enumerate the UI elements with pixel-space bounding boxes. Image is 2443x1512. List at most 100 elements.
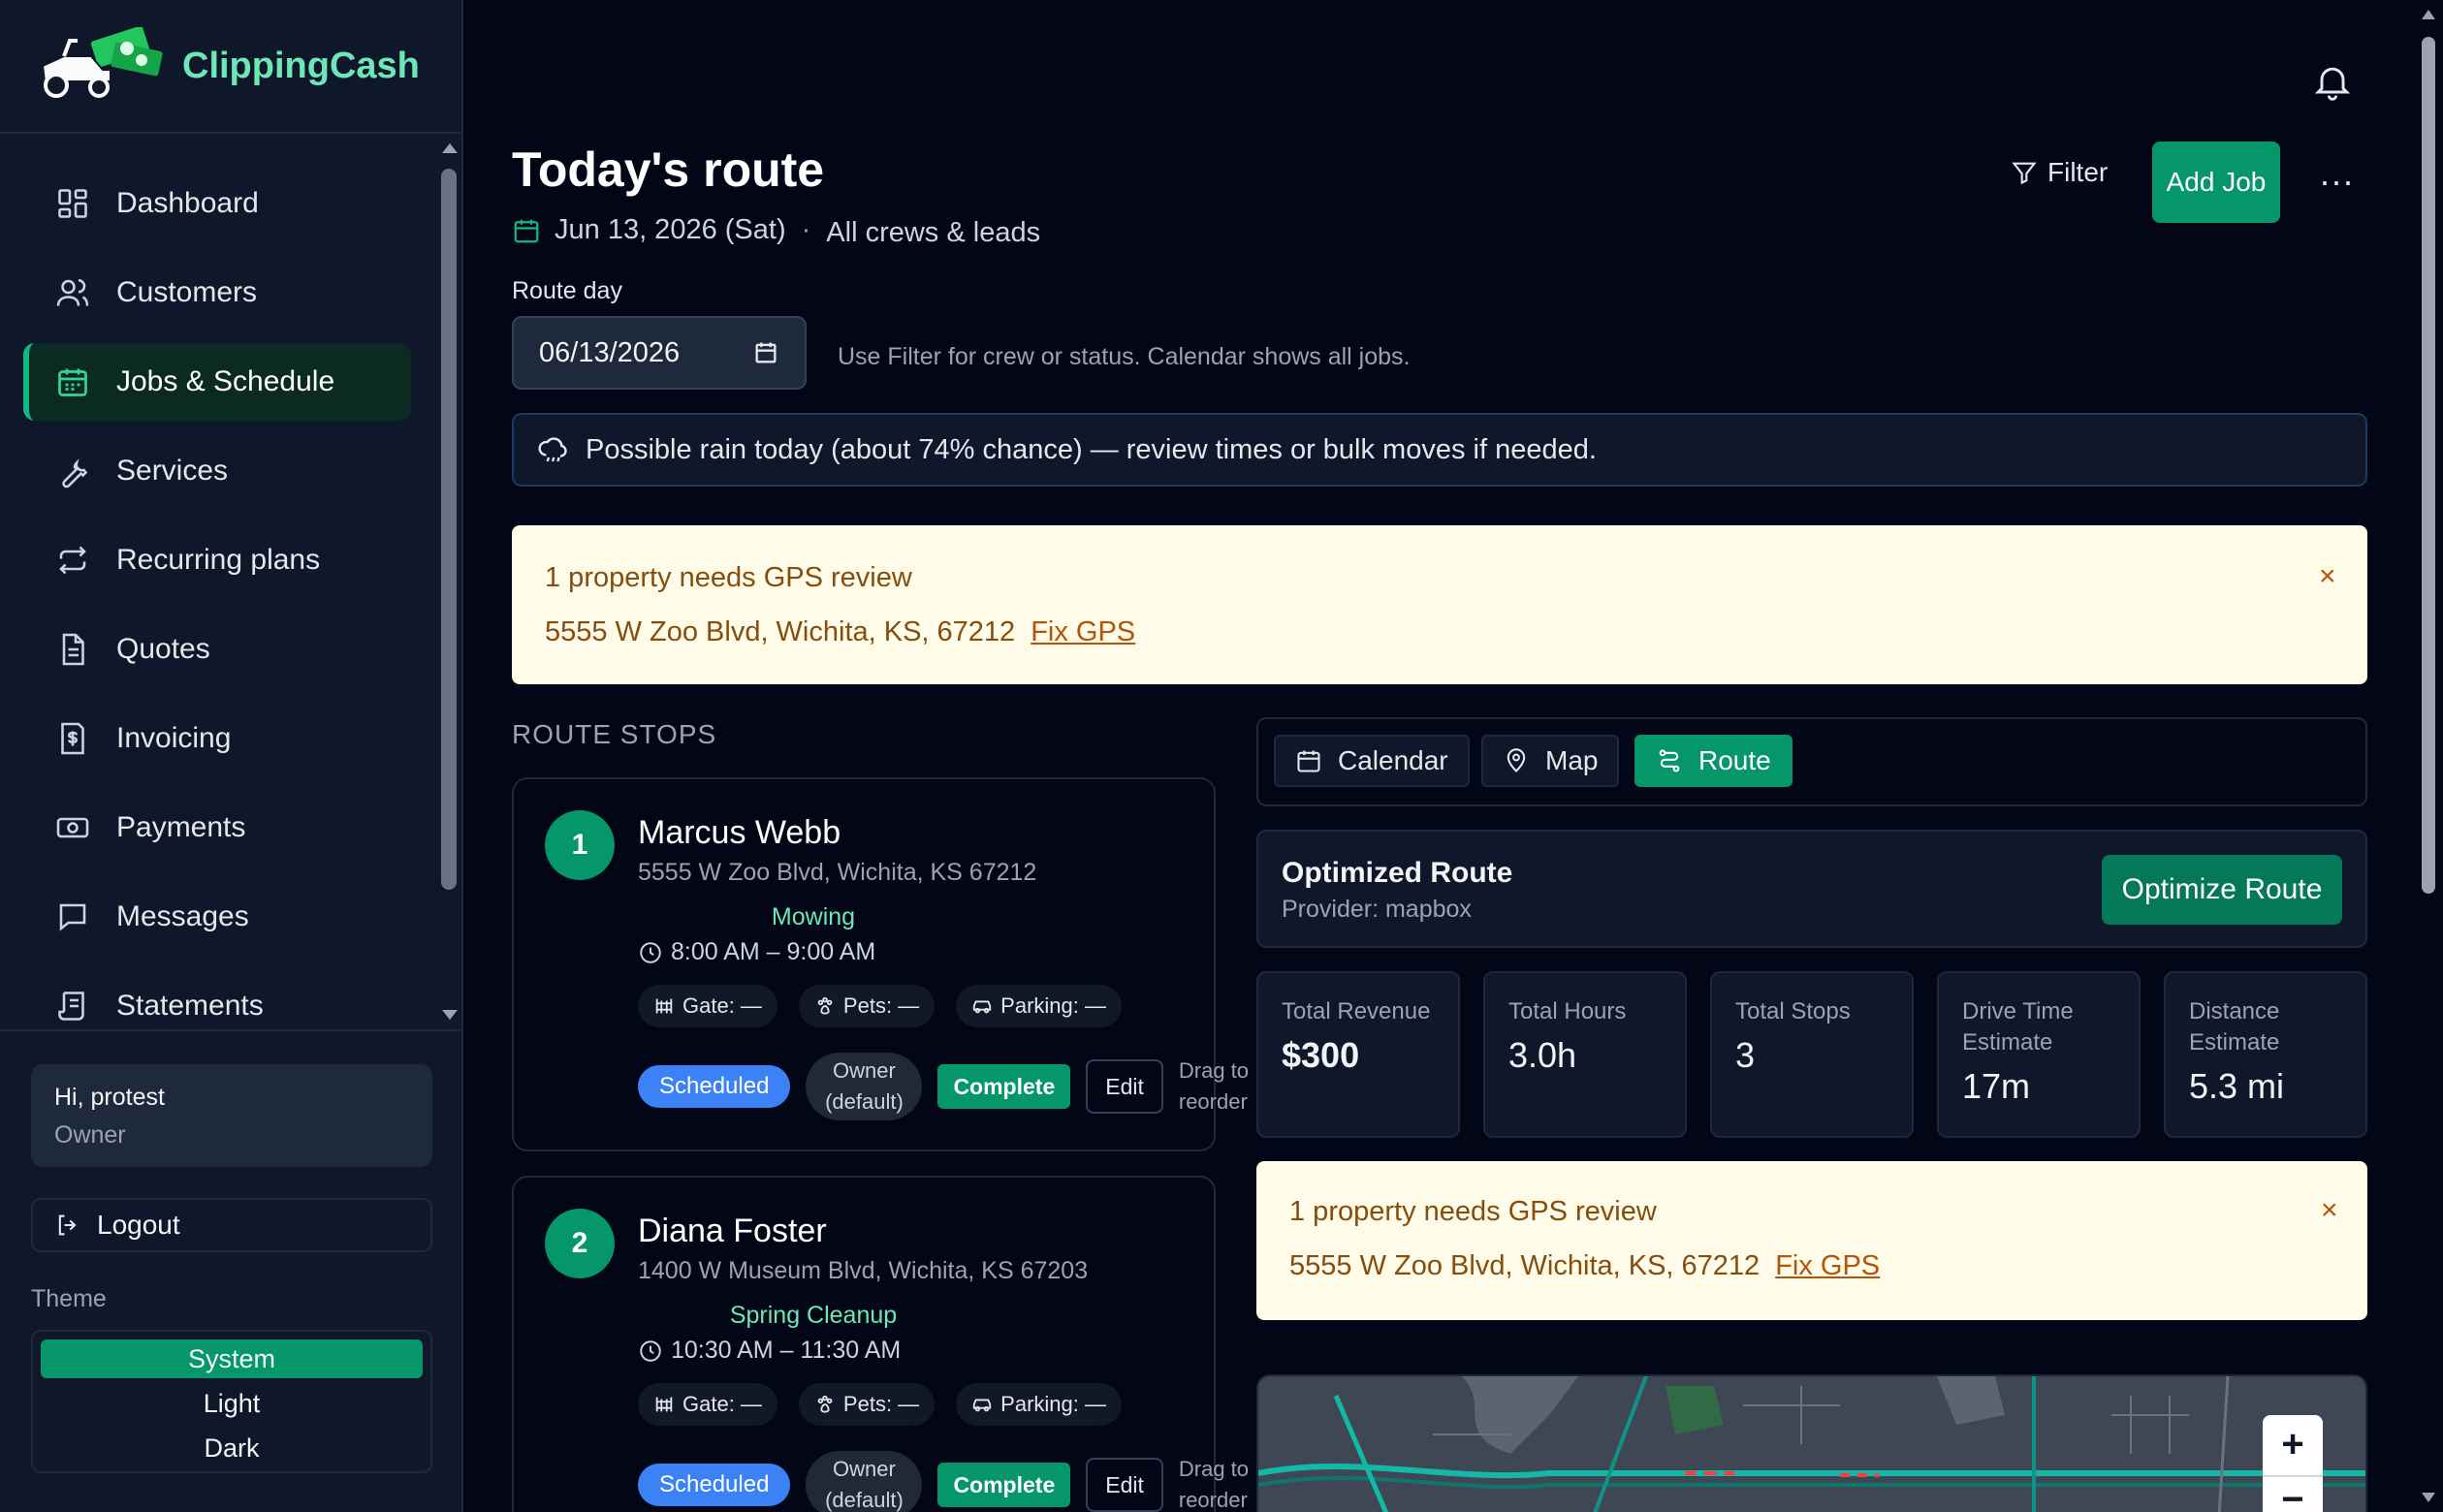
chat-icon bbox=[54, 898, 91, 935]
user-greeting: Hi, protest bbox=[54, 1084, 165, 1111]
logout-label: Logout bbox=[97, 1210, 180, 1240]
sidebar-item-label: Quotes bbox=[116, 633, 210, 665]
sidebar-item-jobs-schedule[interactable]: Jobs & Schedule bbox=[23, 343, 411, 421]
gate-icon bbox=[655, 998, 673, 1014]
more-options-icon[interactable]: ··· bbox=[2319, 164, 2354, 199]
theme-option-system[interactable]: System bbox=[41, 1339, 423, 1378]
route-stop-card[interactable]: 2 Diana Foster 1400 W Museum Blvd, Wichi… bbox=[512, 1176, 1249, 1512]
map-zoom-controls: + − bbox=[2263, 1415, 2323, 1512]
complete-button[interactable]: Complete bbox=[937, 1463, 1071, 1507]
fix-gps-link[interactable]: Fix GPS bbox=[1775, 1250, 1880, 1281]
sidebar-item-messages[interactable]: Messages bbox=[23, 878, 411, 956]
edit-button[interactable]: Edit bbox=[1086, 1059, 1163, 1114]
parking-text: Parking: — bbox=[1000, 1392, 1106, 1416]
scroll-up-arrow-icon[interactable] bbox=[2422, 10, 2435, 19]
gate-chip: Gate: — bbox=[638, 1383, 777, 1426]
notifications-bell-icon[interactable] bbox=[2311, 60, 2354, 103]
page-scrollbar[interactable] bbox=[2416, 0, 2443, 1512]
stop-actions: Scheduled Owner (default) Complete Edit D… bbox=[638, 1053, 1256, 1120]
users-icon bbox=[54, 274, 91, 311]
tab-map[interactable]: Map bbox=[1481, 735, 1620, 787]
tab-route[interactable]: Route bbox=[1634, 735, 1793, 787]
stat-value: 3.0h bbox=[1508, 1035, 1577, 1075]
cash-icon bbox=[54, 809, 91, 846]
sidebar-item-label: Services bbox=[116, 455, 229, 487]
theme-option-light[interactable]: Light bbox=[41, 1384, 423, 1423]
property-notes: Gate: — Pets: — Parking: — bbox=[638, 1383, 1143, 1426]
scroll-thumb[interactable] bbox=[2422, 37, 2435, 894]
sidebar-item-label: Payments bbox=[116, 811, 246, 843]
edit-button[interactable]: Edit bbox=[1086, 1458, 1163, 1512]
theme-option-dark[interactable]: Dark bbox=[41, 1429, 423, 1467]
service-name: Mowing bbox=[771, 903, 856, 930]
sidebar-item-dashboard[interactable]: Dashboard bbox=[23, 165, 411, 242]
owner-text: Owner (default) bbox=[825, 1058, 904, 1114]
zoom-out-icon[interactable]: − bbox=[2263, 1475, 2323, 1512]
calendar-picker-icon[interactable] bbox=[752, 339, 779, 366]
zoom-in-icon[interactable]: + bbox=[2263, 1419, 2323, 1469]
stop-number: 1 bbox=[545, 810, 615, 880]
weather-banner: Possible rain today (about 74% chance) —… bbox=[512, 413, 2367, 487]
sidebar-item-payments[interactable]: Payments bbox=[23, 789, 411, 866]
sidebar-item-customers[interactable]: Customers bbox=[23, 254, 411, 331]
lawnmower-logo-icon bbox=[41, 27, 163, 98]
filter-button[interactable]: Filter bbox=[2011, 157, 2108, 188]
weather-text: Possible rain today (about 74% chance) —… bbox=[586, 433, 1597, 465]
gps-review-alert: 1 property needs GPS review 5555 W Zoo B… bbox=[512, 525, 2367, 684]
complete-button[interactable]: Complete bbox=[937, 1064, 1071, 1109]
add-job-button[interactable]: Add Job bbox=[2152, 142, 2280, 223]
close-icon[interactable]: × bbox=[2319, 560, 2336, 593]
sidebar: ClippingCash Dashboard Customers Jobs & … bbox=[0, 0, 463, 1512]
pets-chip: Pets: — bbox=[798, 1383, 936, 1426]
sidebar-item-label: Messages bbox=[116, 900, 249, 932]
scroll-down-arrow-icon[interactable] bbox=[442, 1010, 458, 1020]
stat-total-hours: Total Hours 3.0h bbox=[1483, 971, 1687, 1138]
status-badge[interactable]: Scheduled bbox=[638, 1065, 791, 1108]
sidebar-scrollbar[interactable] bbox=[438, 136, 460, 1029]
car-icon bbox=[973, 1399, 992, 1412]
gps-alert-row: 5555 W Zoo Blvd, Wichita, KS, 67212 Fix G… bbox=[1289, 1250, 1880, 1282]
sidebar-item-statements[interactable]: Statements bbox=[23, 967, 411, 1029]
page-title: Today's route bbox=[512, 142, 825, 197]
fix-gps-link[interactable]: Fix GPS bbox=[1031, 616, 1135, 647]
sidebar-item-label: Invoicing bbox=[116, 722, 232, 754]
crew-scope: All crews & leads bbox=[826, 217, 1041, 248]
customer-address: 1400 W Museum Blvd, Wichita, KS 67203 bbox=[638, 1257, 1089, 1284]
logout-button[interactable]: Logout bbox=[31, 1198, 432, 1252]
owner-select[interactable]: Owner (default) bbox=[806, 1053, 923, 1120]
drag-handle[interactable]: Drag to reorder bbox=[1179, 1055, 1256, 1118]
theme-select[interactable]: System Light Dark bbox=[31, 1330, 432, 1473]
scroll-up-arrow-icon[interactable] bbox=[442, 143, 458, 153]
pets-text: Pets: — bbox=[842, 1392, 920, 1416]
scroll-thumb[interactable] bbox=[441, 169, 457, 890]
stat-total-revenue: Total Revenue $300 bbox=[1256, 971, 1460, 1138]
brand[interactable]: ClippingCash bbox=[0, 0, 463, 134]
optimize-route-button[interactable]: Optimize Route bbox=[2102, 855, 2342, 925]
gps-alert-title: 1 property needs GPS review bbox=[545, 562, 912, 593]
route-day-input[interactable]: 06/13/2026 bbox=[512, 316, 807, 390]
sidebar-item-recurring-plans[interactable]: Recurring plans bbox=[23, 521, 411, 599]
cloud-rain-icon bbox=[538, 437, 567, 462]
route-stop-card[interactable]: 1 Marcus Webb 5555 W Zoo Blvd, Wichita, … bbox=[512, 777, 1249, 1151]
close-icon[interactable]: × bbox=[2321, 1194, 2338, 1227]
sidebar-item-label: Recurring plans bbox=[116, 544, 321, 576]
drag-handle[interactable]: Drag to reorder bbox=[1179, 1454, 1256, 1512]
scroll-down-arrow-icon[interactable] bbox=[2422, 1493, 2435, 1502]
route-map[interactable] bbox=[1256, 1374, 2367, 1512]
sidebar-item-quotes[interactable]: Quotes bbox=[23, 611, 411, 688]
tab-calendar[interactable]: Calendar bbox=[1274, 735, 1470, 787]
status-badge[interactable]: Scheduled bbox=[638, 1464, 791, 1506]
sidebar-item-invoicing[interactable]: Invoicing bbox=[23, 700, 411, 777]
stat-label: Total Revenue bbox=[1282, 998, 1431, 1024]
gps-alert-title: 1 property needs GPS review bbox=[1289, 1196, 1657, 1227]
map-tiles[interactable] bbox=[1258, 1376, 2367, 1512]
route-icon bbox=[1659, 749, 1680, 772]
route-day-value: 06/13/2026 bbox=[539, 336, 681, 368]
owner-text: Owner (default) bbox=[825, 1457, 904, 1512]
sidebar-item-services[interactable]: Services bbox=[23, 432, 411, 510]
filter-icon bbox=[2012, 162, 2037, 185]
user-card: Hi, protest Owner bbox=[31, 1064, 432, 1167]
main-content: Today's route Jun 13, 2026 (Sat) · All c… bbox=[465, 0, 2416, 1512]
owner-select[interactable]: Owner (default) bbox=[806, 1451, 923, 1512]
route-day-hint: Use Filter for crew or status. Calendar … bbox=[838, 343, 1411, 370]
